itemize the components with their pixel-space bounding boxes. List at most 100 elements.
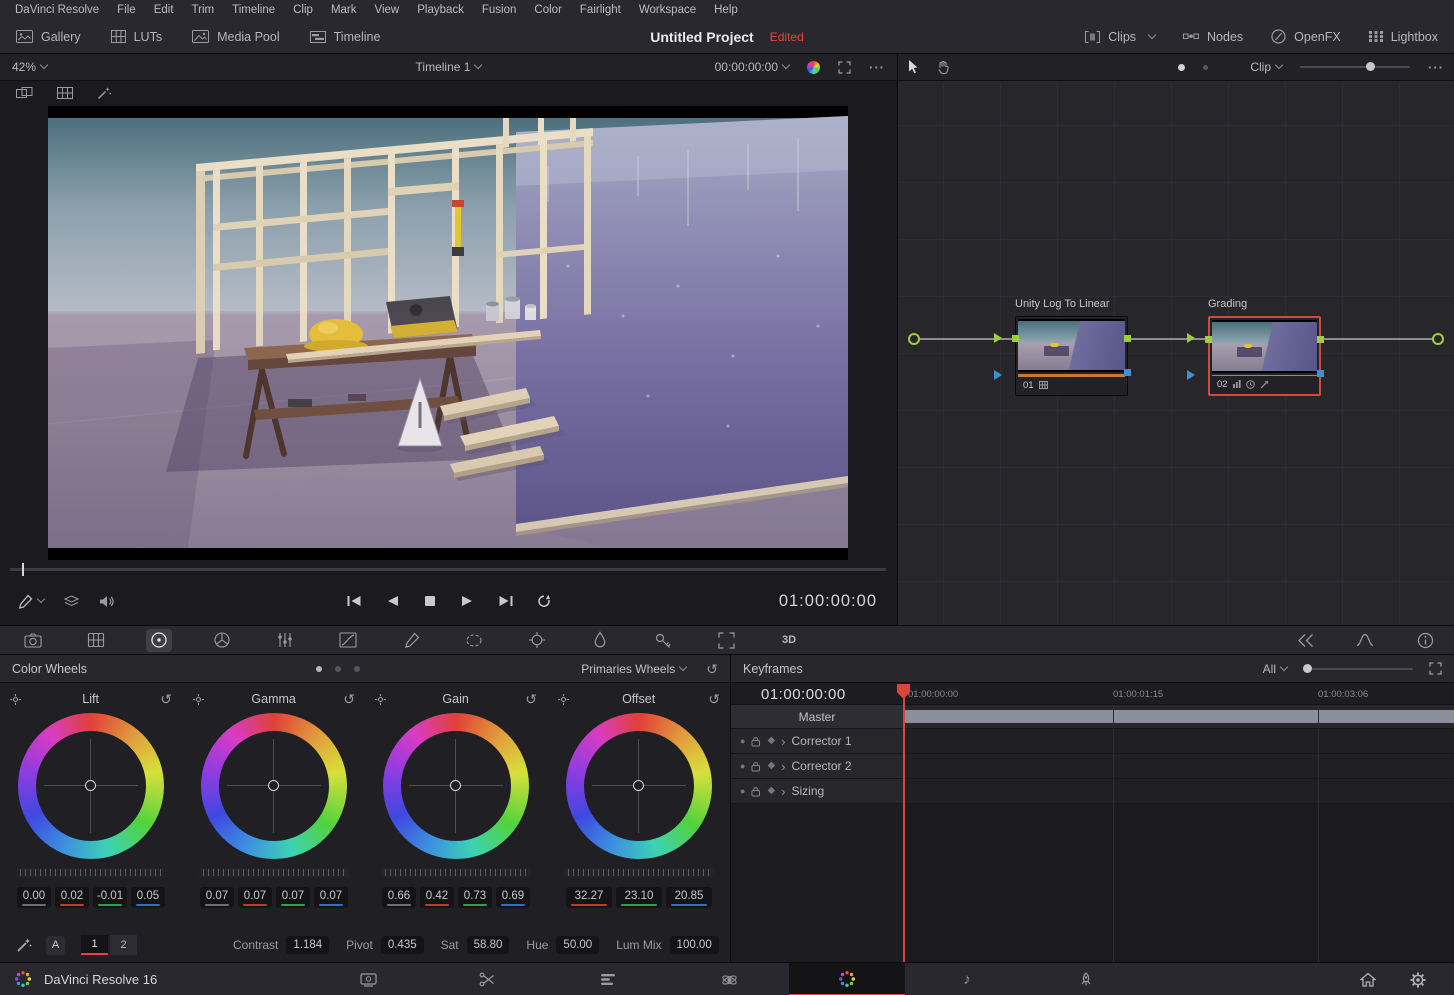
offset-master-slider[interactable]: [564, 867, 714, 878]
project-manager-button[interactable]: [1348, 963, 1388, 995]
nodes-button[interactable]: Nodes: [1183, 30, 1243, 44]
gallery-button[interactable]: Gallery: [16, 30, 81, 44]
node-mode-select[interactable]: Clip: [1250, 60, 1282, 74]
keyframes-master-row[interactable]: Master: [731, 705, 903, 729]
media-page-button[interactable]: [346, 963, 390, 995]
offset-reset-button[interactable]: ↺: [708, 692, 720, 706]
color-viewer-icon[interactable]: [807, 61, 820, 74]
auto-balance-button[interactable]: A: [46, 936, 65, 955]
menu-mark[interactable]: Mark: [322, 4, 366, 16]
timeline-select[interactable]: Timeline 1: [416, 60, 482, 74]
row-enable-dot-icon[interactable]: ●: [740, 762, 745, 771]
media-pool-button[interactable]: Media Pool: [192, 30, 280, 44]
node-zoom-slider[interactable]: [1300, 66, 1410, 68]
gain-g-value[interactable]: 0.73: [458, 887, 492, 908]
enhance-wand-icon[interactable]: [97, 86, 112, 100]
node-key-output-port[interactable]: [1317, 370, 1324, 377]
lift-color-wheel[interactable]: [18, 713, 164, 859]
keyframe-diamond-icon[interactable]: ◆: [767, 786, 775, 796]
row-enable-dot-icon[interactable]: ●: [740, 787, 745, 796]
info-icon[interactable]: [1412, 629, 1438, 652]
cursor-tool-icon[interactable]: [908, 60, 920, 75]
gain-reset-button[interactable]: ↺: [525, 692, 537, 706]
sizing-lane[interactable]: [903, 779, 1454, 804]
keyframes-master-lane[interactable]: [903, 705, 1454, 729]
row-enable-dot-icon[interactable]: ●: [740, 737, 745, 746]
keyframes-row-corrector-1[interactable]: ● ◆ › Corrector 1: [731, 729, 903, 754]
play-reverse-button[interactable]: [382, 593, 402, 609]
node-rgb-output-port[interactable]: [1317, 336, 1324, 343]
node-key-output-port[interactable]: [1124, 369, 1131, 376]
offset-g-value[interactable]: 23.10: [616, 887, 662, 908]
color-wheels-icon[interactable]: [146, 629, 172, 652]
camera-raw-icon[interactable]: [20, 629, 46, 652]
hue-value[interactable]: 50.00: [556, 936, 599, 954]
lock-icon[interactable]: [751, 786, 761, 797]
menu-help[interactable]: Help: [705, 4, 747, 16]
offset-r-value[interactable]: 32.27: [566, 887, 612, 908]
corrector-2-lane[interactable]: [903, 754, 1454, 779]
wheel-target-icon[interactable]: [558, 694, 569, 705]
color-match-icon[interactable]: [83, 629, 109, 652]
scopes-icon[interactable]: [1352, 629, 1378, 652]
auto-wand-icon[interactable]: [16, 937, 32, 953]
gamma-r-value[interactable]: 0.07: [238, 887, 272, 908]
node-rgb-input-port[interactable]: [1205, 336, 1212, 343]
node-02-grading[interactable]: 02: [1208, 316, 1321, 396]
luts-button[interactable]: LUTs: [111, 30, 162, 44]
menu-workspace[interactable]: Workspace: [630, 4, 705, 16]
deliver-page-button[interactable]: [1064, 963, 1108, 995]
node-options-menu[interactable]: ···: [1428, 60, 1444, 75]
grid-view-icon[interactable]: [57, 87, 73, 99]
rgb-mixer-icon[interactable]: [272, 629, 298, 652]
offset-b-value[interactable]: 20.85: [666, 887, 712, 908]
gamma-g-value[interactable]: 0.07: [276, 887, 310, 908]
bypass-grades-icon[interactable]: [1292, 629, 1318, 652]
wheel-target-icon[interactable]: [375, 694, 386, 705]
openfx-button[interactable]: OpenFX: [1271, 29, 1341, 44]
gamma-color-wheel[interactable]: [201, 713, 347, 859]
source-input-port[interactable]: [908, 333, 920, 345]
scrub-playhead[interactable]: [22, 563, 24, 576]
gamma-b-value[interactable]: 0.07: [314, 887, 348, 908]
viewer-options-menu[interactable]: ···: [869, 60, 885, 75]
layers-icon[interactable]: [64, 595, 79, 608]
menu-fairlight[interactable]: Fairlight: [571, 4, 630, 16]
wheel-target-icon[interactable]: [10, 694, 21, 705]
cut-page-button[interactable]: [465, 963, 509, 995]
node-graph[interactable]: Unity Log To Linear 01 Grading 02: [898, 82, 1454, 625]
menu-fusion[interactable]: Fusion: [473, 4, 526, 16]
keyframes-filter-select[interactable]: All: [1263, 662, 1287, 676]
sizing-icon[interactable]: [713, 629, 739, 652]
page-indicator-dots[interactable]: [316, 666, 360, 672]
output-port[interactable]: [1432, 333, 1444, 345]
offset-color-wheel[interactable]: [566, 713, 712, 859]
lift-reset-button[interactable]: ↺: [160, 692, 172, 706]
lock-icon[interactable]: [751, 736, 761, 747]
key-icon[interactable]: [650, 629, 676, 652]
blur-icon[interactable]: [587, 629, 613, 652]
menu-edit[interactable]: Edit: [145, 4, 183, 16]
node-indicator-dot-dim[interactable]: [1203, 65, 1208, 70]
row-expand-chevron-icon[interactable]: ›: [781, 785, 785, 798]
row-expand-chevron-icon[interactable]: ›: [781, 735, 785, 748]
gain-color-wheel[interactable]: [383, 713, 529, 859]
keyframes-zoom-thumb[interactable]: [1303, 664, 1312, 673]
menu-app[interactable]: DaVinci Resolve: [6, 4, 108, 16]
lift-r-value[interactable]: 0.02: [55, 887, 89, 908]
keyframes-row-corrector-2[interactable]: ● ◆ › Corrector 2: [731, 754, 903, 779]
viewer-scrub-bar[interactable]: [10, 568, 886, 571]
menu-view[interactable]: View: [366, 4, 409, 16]
color-page-button-active[interactable]: [789, 963, 905, 995]
qualifier-icon[interactable]: [398, 629, 424, 652]
keyframe-diamond-icon[interactable]: ◆: [767, 761, 775, 771]
wheels-mode-select[interactable]: Primaries Wheels: [581, 662, 686, 676]
keyframe-diamond-icon[interactable]: ◆: [767, 736, 775, 746]
power-window-icon[interactable]: [461, 629, 487, 652]
lift-b-value[interactable]: 0.05: [131, 887, 165, 908]
wheel-tab-2[interactable]: 2: [110, 935, 137, 955]
expand-viewer-icon[interactable]: [838, 61, 851, 74]
viewer-timecode-field[interactable]: 00:00:00:00: [715, 60, 789, 74]
grab-still-button[interactable]: [18, 594, 44, 609]
node-indicator-dot[interactable]: [1178, 64, 1185, 71]
